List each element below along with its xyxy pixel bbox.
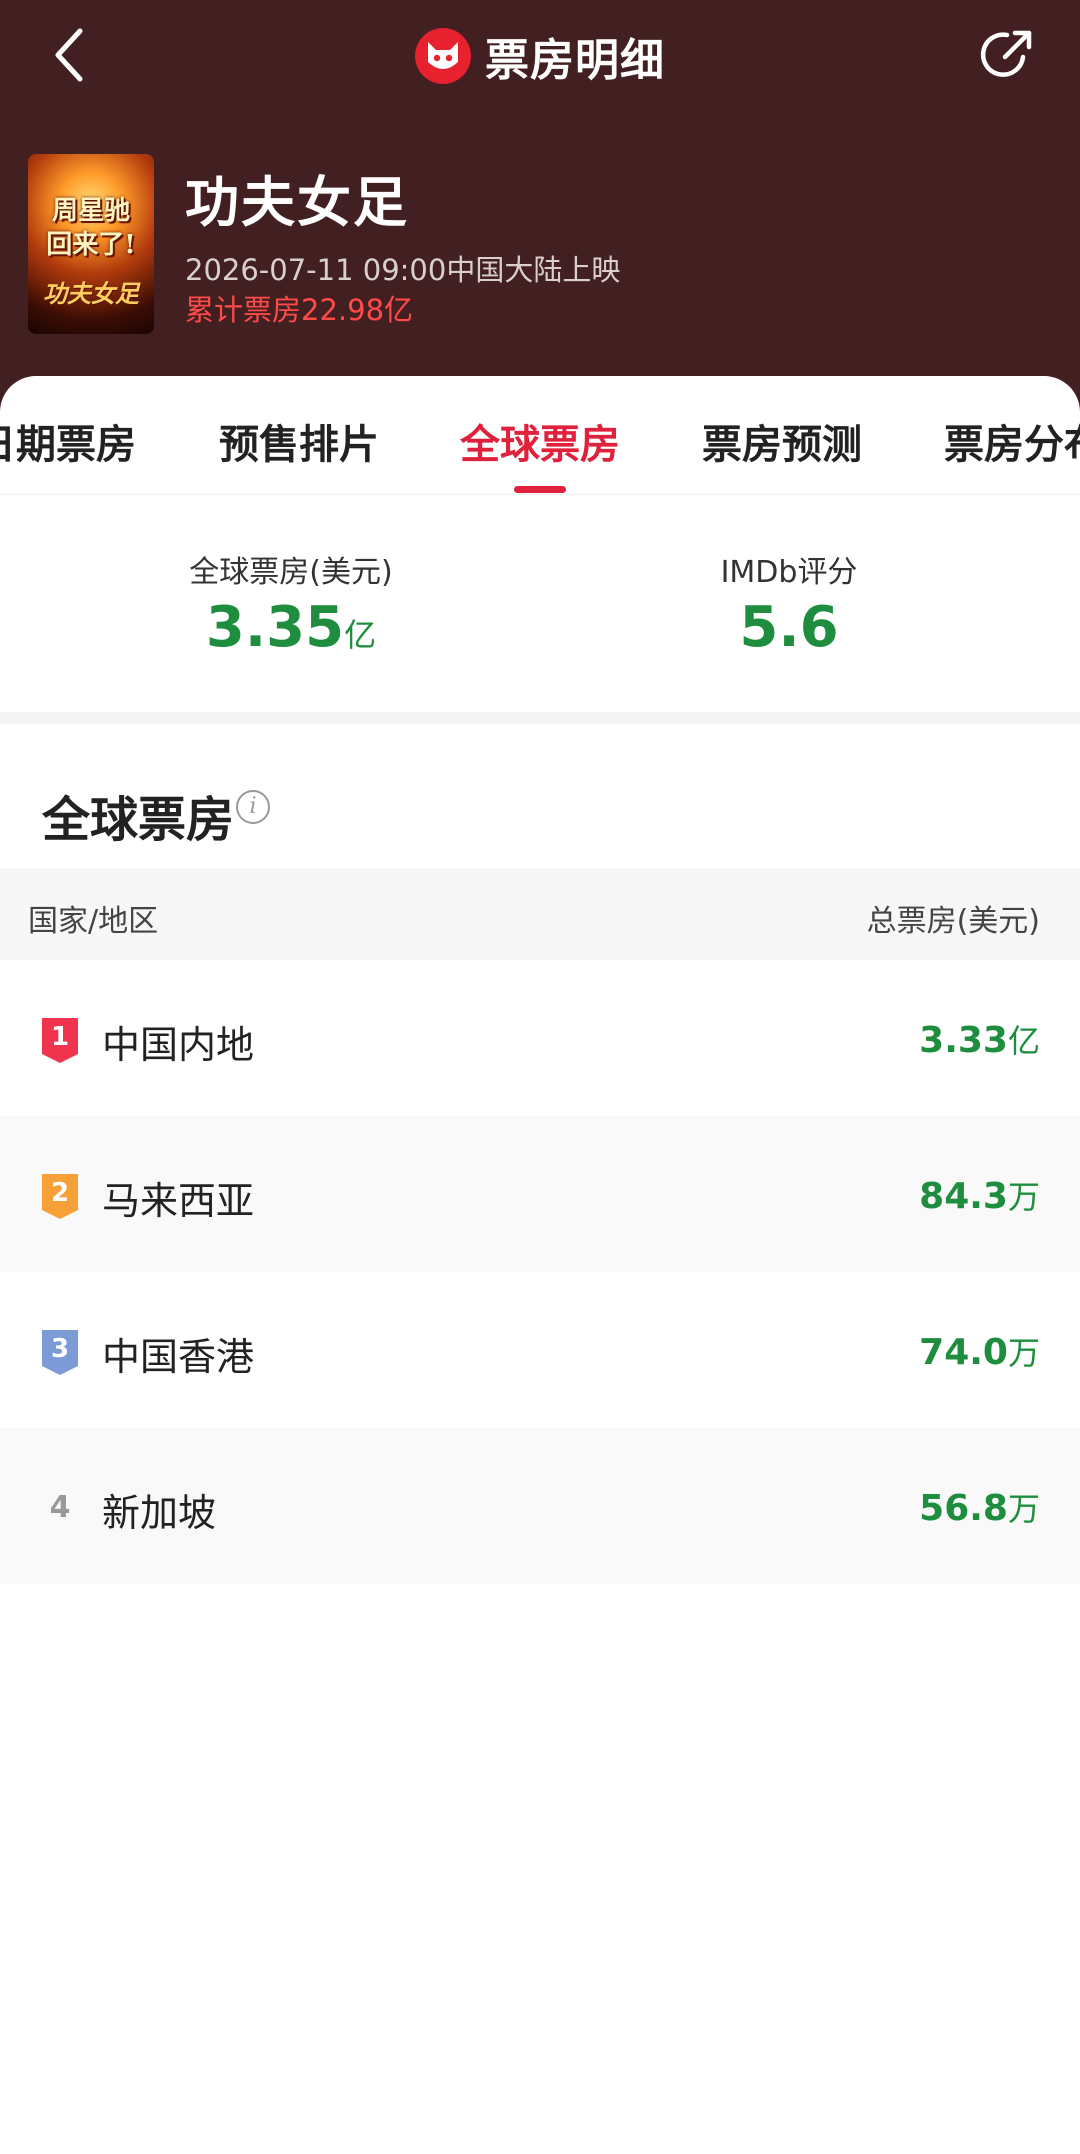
- rank-number: 4: [49, 1490, 71, 1525]
- section-title: 全球票房: [42, 792, 235, 848]
- table-row[interactable]: 4 新加坡 56.8万: [0, 1428, 1080, 1584]
- box-office-amount: 56.8万: [919, 1484, 1040, 1530]
- imdb-number: 5.6: [739, 595, 839, 660]
- rank-badge: 3: [40, 1328, 80, 1376]
- amount-number: 74.0: [919, 1332, 1008, 1373]
- region-name: 中国内地: [102, 1023, 255, 1067]
- section-divider: [0, 712, 1080, 724]
- info-icon[interactable]: i: [236, 790, 270, 824]
- title-wrap: 票房明细: [0, 22, 1080, 90]
- active-tab-indicator: [514, 486, 566, 493]
- table-row[interactable]: 1 中国内地 3.33亿: [0, 960, 1080, 1116]
- amount-unit: 万: [1007, 1178, 1040, 1216]
- imdb-value: 5.6: [589, 595, 989, 660]
- total-box-office: 累计票房22.98亿: [185, 293, 414, 327]
- column-total: 总票房(美元): [866, 904, 1040, 939]
- tab-presale[interactable]: 预售排片: [219, 412, 379, 470]
- amount-unit: 万: [1007, 1334, 1040, 1372]
- share-button[interactable]: [972, 20, 1042, 90]
- column-region: 国家/地区: [28, 904, 159, 939]
- cat-logo-icon: [415, 28, 471, 84]
- box-office-amount: 3.33亿: [919, 1016, 1040, 1062]
- rank-number: 3: [50, 1334, 70, 1364]
- tab-daily[interactable]: 日期票房: [0, 412, 136, 470]
- tab-forecast[interactable]: 票房预测: [702, 412, 862, 470]
- amount-unit: 亿: [1007, 1022, 1040, 1060]
- region-name: 马来西亚: [102, 1179, 255, 1223]
- global-box-number: 3.35: [205, 595, 345, 660]
- tab-bar: 日期票房 预售排片 全球票房 票房预测 票房分布: [0, 376, 1080, 495]
- amount-unit: 万: [1007, 1490, 1040, 1528]
- rank-number: 2: [50, 1178, 70, 1208]
- table-row[interactable]: 2 马来西亚 84.3万: [0, 1116, 1080, 1272]
- movie-poster[interactable]: 周星驰 回来了! 功夫女足: [28, 154, 154, 334]
- imdb-label: IMDb评分: [720, 555, 858, 590]
- header: 票房明细 周星驰 回来了! 功夫女足 功夫女足 2026-07-11 09:00…: [0, 0, 1080, 420]
- poster-text: 周星驰 回来了!: [46, 196, 136, 260]
- rank-badge: 2: [40, 1172, 80, 1220]
- box-office-amount: 74.0万: [919, 1328, 1040, 1374]
- amount-number: 3.33: [919, 1020, 1008, 1061]
- share-icon: [980, 30, 1032, 77]
- global-box-unit: 亿: [344, 616, 377, 654]
- region-name: 新加坡: [102, 1491, 217, 1535]
- box-office-amount: 84.3万: [919, 1172, 1040, 1218]
- rank-badge: 1: [40, 1016, 80, 1064]
- amount-number: 56.8: [919, 1488, 1008, 1529]
- global-box-label: 全球票房(美元): [189, 555, 393, 590]
- summary-panel: 全球票房(美元) 3.35亿 IMDb评分 5.6: [0, 495, 1080, 710]
- poster-subtitle: 功夫女足: [43, 279, 139, 308]
- release-info: 2026-07-11 09:00中国大陆上映: [185, 253, 621, 287]
- global-box-value: 3.35亿: [91, 595, 491, 660]
- tab-global[interactable]: 全球票房: [460, 412, 620, 470]
- tab-distribution[interactable]: 票房分布: [944, 412, 1080, 470]
- top-bar: 票房明细: [0, 0, 1080, 112]
- table-header: 国家/地区 总票房(美元): [0, 868, 1080, 960]
- region-name: 中国香港: [102, 1335, 255, 1379]
- movie-title: 功夫女足: [185, 171, 409, 234]
- table-row[interactable]: 3 中国香港 74.0万: [0, 1272, 1080, 1428]
- rank-number: 1: [50, 1022, 70, 1052]
- amount-number: 84.3: [919, 1176, 1008, 1217]
- page-title: 票房明细: [485, 35, 665, 86]
